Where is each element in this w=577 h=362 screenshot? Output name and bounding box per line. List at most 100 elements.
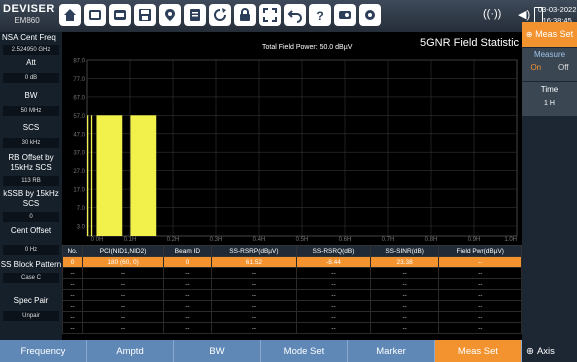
fullscreen-icon[interactable] — [259, 4, 281, 26]
y-tick-label: 37.0 — [73, 151, 85, 157]
x-tick-label: 0.3H — [210, 237, 223, 242]
table-cell: 61.52 — [210, 256, 298, 268]
x-tick-label: 0.8H — [425, 237, 438, 242]
column-header: SS-RSRQ(dB) — [296, 245, 371, 257]
att-value[interactable]: 0 dB — [3, 73, 59, 83]
table-cell: -- — [369, 267, 440, 279]
kssb-label[interactable]: kSSB by 15kHz SCS — [0, 189, 62, 209]
kssb-value[interactable]: 0 — [3, 212, 59, 222]
ss-block-pattern-label[interactable]: SS Block Pattern — [0, 260, 62, 270]
table-row[interactable]: -- -- -- -- -- -- -- — [62, 311, 522, 323]
x-tick-label: 0.4H — [253, 237, 266, 242]
table-cell: -- — [210, 289, 298, 301]
frequency-button[interactable]: Frequency — [0, 340, 87, 362]
rb-offset-label[interactable]: RB Offset by 15kHz SCS — [0, 153, 62, 173]
x-tick-label: 0.5H — [296, 237, 309, 242]
table-cell: -- — [369, 300, 440, 312]
table-cell: -- — [210, 278, 298, 290]
measure-off-option[interactable]: Off — [558, 62, 569, 73]
undo-icon[interactable] — [284, 4, 306, 26]
table-cell: -- — [296, 267, 371, 279]
cent-offset-value[interactable]: 0 Hz — [3, 245, 59, 255]
table-row[interactable]: -- -- -- -- -- -- -- — [62, 267, 522, 279]
screenshot-icon[interactable] — [84, 4, 106, 26]
table-row[interactable]: -- -- -- -- -- -- -- — [62, 300, 522, 312]
total-field-power: Total Field Power: 50.0 dBµV — [262, 44, 353, 51]
amptd-button[interactable]: Amptd — [87, 340, 174, 362]
marker-button[interactable]: Marker — [348, 340, 435, 362]
axis-button[interactable]: ⊕ Axis — [522, 340, 577, 362]
rb-offset-value[interactable]: 113 RB — [3, 176, 59, 186]
cent-offset-label[interactable]: Cent Offset — [0, 226, 62, 236]
meas-set-button[interactable]: Meas Set — [435, 340, 522, 362]
table-row[interactable]: 0 180 (60, 0) 0 61.52 -8.44 23.38 -- — [62, 256, 522, 268]
mode-set-button[interactable]: Mode Set — [261, 340, 348, 362]
scs-label[interactable]: SCS — [0, 123, 62, 133]
table-cell: -- — [369, 322, 440, 334]
spec-pair-label[interactable]: Spec Pair — [0, 296, 62, 306]
table-cell: 0 — [62, 256, 83, 268]
table-cell: -- — [62, 289, 83, 301]
att-label[interactable]: Att — [0, 58, 62, 68]
bottom-menu-bar: Frequency Amptd BW Mode Set Marker Meas … — [0, 340, 577, 362]
ss-block-pattern-value[interactable]: Case C — [3, 273, 59, 283]
time-value: 1 H — [544, 100, 555, 107]
y-tick-label: 87.0 — [73, 59, 85, 65]
table-row[interactable]: -- -- -- -- -- -- -- — [62, 289, 522, 301]
x-tick-label: 1.0H — [504, 237, 517, 242]
table-cell: -- — [81, 322, 165, 334]
meas-set-header[interactable]: ⊕ Meas Set — [522, 22, 577, 47]
measure-toggle[interactable]: Measure On Off — [522, 48, 577, 81]
spec-pair-value[interactable]: Unpair — [3, 311, 59, 321]
table-cell: -- — [438, 267, 522, 279]
y-tick-label: 17.0 — [73, 188, 85, 194]
measure-on-option[interactable]: On — [530, 62, 541, 73]
home-icon[interactable] — [59, 4, 81, 26]
y-tick-label: 57.0 — [73, 114, 85, 120]
toggle-icon[interactable] — [334, 4, 356, 26]
table-cell: -- — [62, 322, 83, 334]
top-toolbar: DEVISER EM860 ? ((·)) ◀) 03-03-2022 16:3… — [0, 0, 577, 32]
y-tick-label: 67.0 — [73, 95, 85, 101]
marker-icon[interactable] — [159, 4, 181, 26]
column-header: PCI(NID1,NID2) — [81, 245, 165, 257]
nsa-cent-freq-label[interactable]: NSA Cent Freq — [0, 32, 62, 43]
table-cell: -- — [369, 311, 440, 323]
column-header: Beam ID — [163, 245, 212, 257]
model-label: EM860 — [14, 16, 40, 25]
bw-label[interactable]: BW — [0, 91, 62, 101]
nsa-cent-freq-value[interactable]: 2.524950 GHz — [3, 45, 59, 55]
meas-set-label: Meas Set — [535, 29, 574, 39]
save-icon[interactable] — [134, 4, 156, 26]
time-setting[interactable]: Time 1 H — [522, 82, 577, 116]
scs-value[interactable]: 30 kHz — [3, 138, 59, 148]
right-menu-panel: ⊕ Meas Set Measure On Off Time 1 H — [522, 22, 577, 340]
time-label: Time — [540, 85, 559, 94]
file-icon[interactable] — [109, 4, 131, 26]
help-icon[interactable]: ? — [309, 4, 331, 26]
table-cell: -- — [163, 267, 212, 279]
table-cell: -- — [62, 278, 83, 290]
x-tick-label: 0 0H — [91, 237, 104, 242]
table-cell: -- — [296, 322, 371, 334]
table-cell: -- — [369, 289, 440, 301]
table-cell: 23.38 — [369, 256, 440, 268]
table-row[interactable]: -- -- -- -- -- -- -- — [62, 322, 522, 334]
chart-title: 5GNR Field Statistic — [420, 37, 520, 49]
lock-icon[interactable] — [234, 4, 256, 26]
table-row[interactable]: -- -- -- -- -- -- -- — [62, 278, 522, 290]
settings-icon[interactable] — [359, 4, 381, 26]
data-bar — [90, 115, 93, 236]
clipboard-icon[interactable] — [184, 4, 206, 26]
table-cell: -- — [81, 267, 165, 279]
table-cell: -8.44 — [296, 256, 371, 268]
table-cell: -- — [163, 311, 212, 323]
date-label: 03-03-2022 — [538, 5, 577, 14]
refresh-icon[interactable] — [209, 4, 231, 26]
bw-value[interactable]: 50 MHz — [3, 106, 59, 116]
table-cell: -- — [62, 267, 83, 279]
bw-button[interactable]: BW — [174, 340, 261, 362]
table-cell: -- — [81, 289, 165, 301]
axis-label: Axis — [536, 345, 555, 357]
table-cell: -- — [369, 278, 440, 290]
